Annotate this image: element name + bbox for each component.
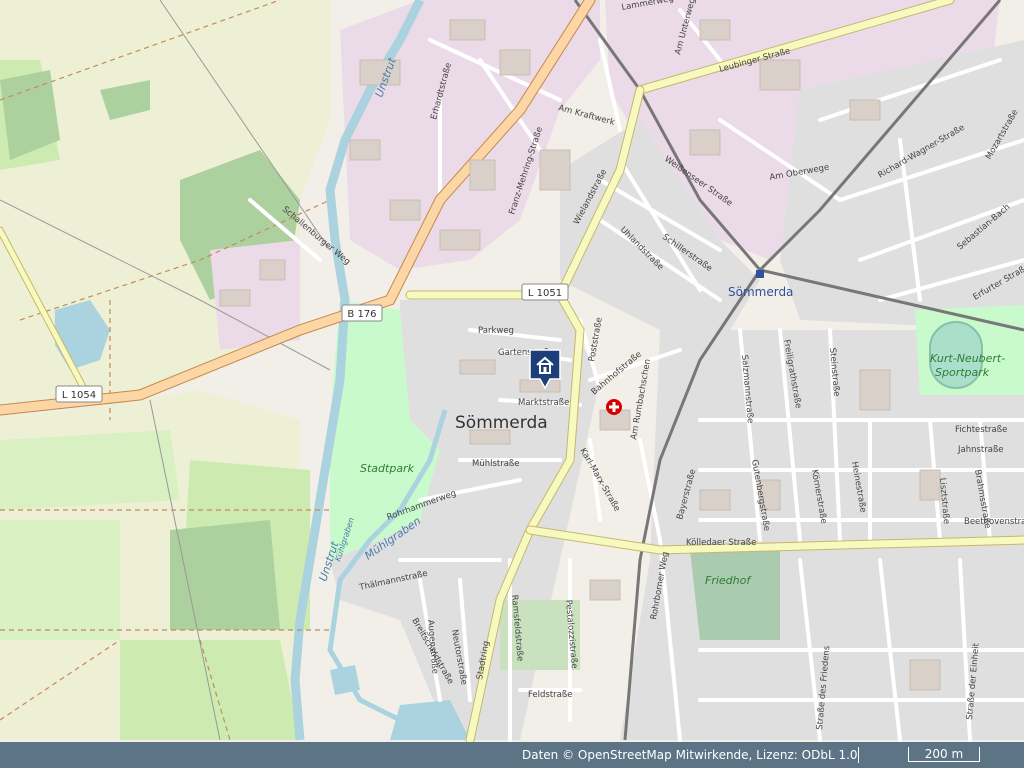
scale-bar: 200 m bbox=[908, 747, 980, 762]
road-shield-l1054: L 1054 bbox=[55, 385, 103, 403]
hospital-icon[interactable] bbox=[605, 398, 623, 416]
street-label: Feldstraße bbox=[528, 690, 572, 700]
street-label: Jahnstraße bbox=[957, 445, 1004, 455]
svg-text:L 1054: L 1054 bbox=[62, 390, 96, 401]
park-label-friedhof: Friedhof bbox=[705, 574, 752, 587]
road-shield-l1051: L 1051 bbox=[521, 283, 569, 301]
park-label-sportpark-1: Kurt-Neubert- bbox=[930, 352, 1005, 365]
attribution-bar: Daten © OpenStreetMap Mitwirkende, Lizen… bbox=[0, 742, 1024, 768]
svg-text:L 1051: L 1051 bbox=[528, 288, 562, 299]
map-canvas[interactable]: L 1051 B 176 L 1054 Sömmerda Sömmerda St… bbox=[0, 0, 1024, 768]
meadow-area bbox=[0, 430, 180, 510]
station-label: Sömmerda bbox=[728, 285, 793, 299]
attribution-text[interactable]: Daten © OpenStreetMap Mitwirkende, Lizen… bbox=[522, 748, 858, 762]
street-label: Beethovenstraße bbox=[964, 517, 1024, 527]
town-label: Sömmerda bbox=[455, 413, 548, 433]
train-station-icon[interactable] bbox=[756, 270, 764, 278]
street-label: Kölledaer Straße bbox=[686, 538, 756, 548]
pond bbox=[330, 665, 360, 695]
park-label-stadtpark: Stadtpark bbox=[360, 462, 415, 475]
street-label: Fichtestraße bbox=[955, 425, 1007, 435]
street-label: Mühlstraße bbox=[472, 459, 520, 469]
street-label: Parkweg bbox=[478, 326, 514, 336]
road-shield-b176: B 176 bbox=[341, 304, 383, 322]
park-label-sportpark-2: Sportpark bbox=[935, 366, 990, 379]
home-pin-icon[interactable] bbox=[529, 349, 561, 390]
cemetery bbox=[690, 550, 780, 640]
svg-text:B 176: B 176 bbox=[347, 309, 376, 320]
divider bbox=[858, 747, 859, 763]
street-label: Marktstraße bbox=[518, 398, 569, 408]
meadow-area bbox=[0, 520, 120, 640]
